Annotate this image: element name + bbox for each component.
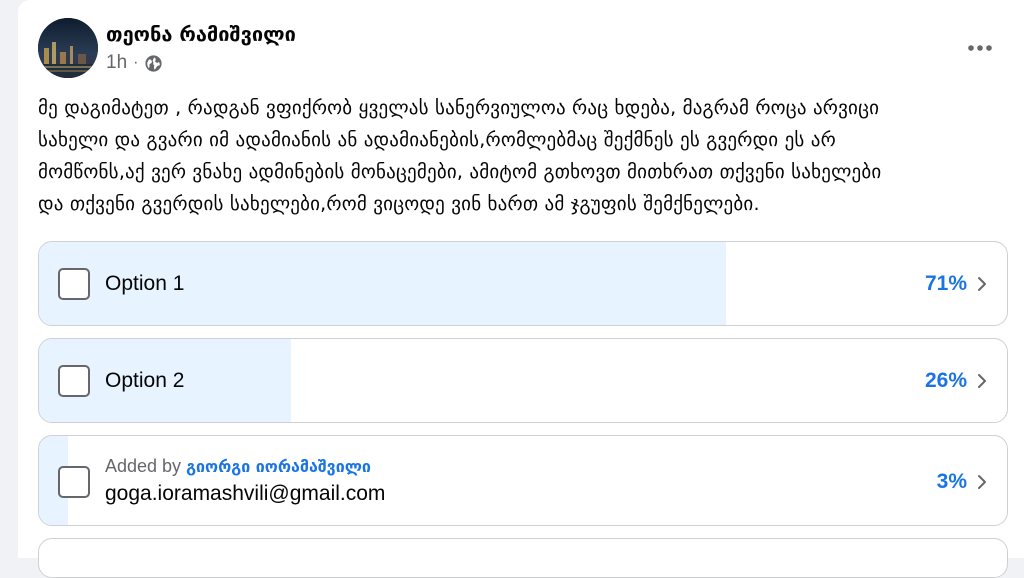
added-by-line: Added by გიორგი იორამაშვილი [105, 456, 371, 477]
poll-option-percent: 71% [924, 272, 967, 295]
post-meta: 1h · [106, 52, 163, 74]
separator-dot: · [133, 54, 139, 71]
poll-option-label: Option 1 [105, 272, 185, 295]
author-name[interactable]: თეონა რამიშვილი [106, 22, 296, 46]
chevron-right-icon[interactable] [975, 472, 989, 492]
globe-icon[interactable] [144, 54, 163, 73]
avatar[interactable] [38, 18, 98, 78]
poll-option-percent: 26% [924, 369, 967, 392]
poll-option-label: goga.ioramashvili@gmail.com [105, 482, 386, 505]
chevron-right-icon[interactable] [975, 371, 989, 391]
chevron-right-icon[interactable] [975, 274, 989, 294]
poll-option-checkbox[interactable] [58, 268, 90, 300]
more-horizontal-icon [968, 45, 992, 51]
poll-option-checkbox[interactable] [58, 365, 90, 397]
post-text-line: და თქვენი გვერდის სახელები,რომ ვიცოდე ვი… [38, 193, 760, 215]
post-text-line: მე დაგიმატეთ , რადგან ვფიქრობ ყველას სან… [38, 97, 880, 119]
post-card: თეონა რამიშვილი 1h · მე დაგიმატეთ , რადგ… [18, 0, 1024, 578]
more-options-button[interactable] [960, 30, 1000, 66]
poll-option-3[interactable]: Added by გიორგი იორამაშვილი goga.ioramas… [38, 435, 1008, 526]
poll-option-label: Option 2 [105, 369, 185, 392]
post-text-line: სახელი და გვარი იმ ადამიანის ან ადამიანე… [38, 129, 836, 151]
added-by-prefix: Added by [105, 456, 182, 476]
poll-option-percent: 3% [936, 470, 967, 493]
post-text: მე დაგიმატეთ , რადგან ვფიქრობ ყველას სან… [38, 92, 998, 220]
poll-option-1[interactable]: Option 1 71% [38, 241, 1008, 326]
added-by-name-link[interactable]: გიორგი იორამაშვილი [186, 457, 371, 476]
post-text-line: მომწონს,აქ ვერ ვნახე ადმინების მონაცემებ… [38, 161, 882, 183]
poll-option-2[interactable]: Option 2 26% [38, 338, 1008, 423]
poll-option-checkbox[interactable] [58, 466, 90, 498]
poll-option-4[interactable] [38, 538, 1008, 578]
post-time[interactable]: 1h [106, 52, 127, 74]
avatar-image [38, 18, 98, 78]
